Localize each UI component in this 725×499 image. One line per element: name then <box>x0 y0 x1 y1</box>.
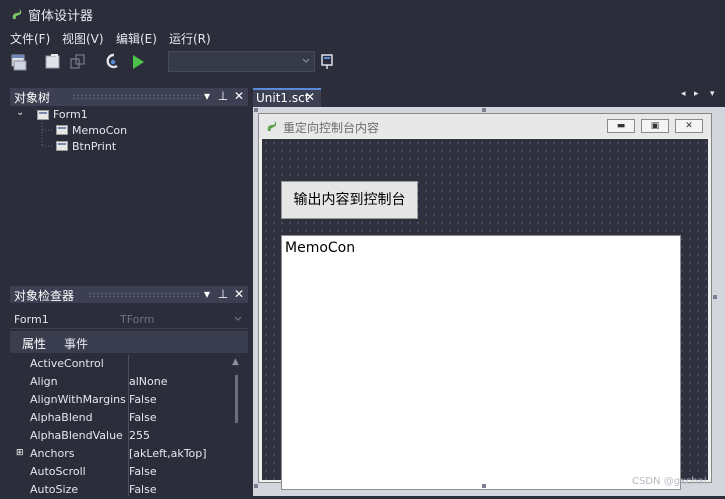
tab-unit1[interactable]: Unit1.sct ✕ <box>253 88 321 107</box>
close-icon[interactable]: ✕ <box>232 89 246 103</box>
object-selector[interactable]: Form1 TForm <box>10 310 248 329</box>
btnprint-button[interactable]: 输出内容到控制台 <box>281 181 418 219</box>
form-client-area: 输出内容到控制台 MemoCon <box>262 139 708 490</box>
scroll-thumb[interactable] <box>235 375 238 423</box>
selection-handle[interactable] <box>482 484 486 488</box>
form-caption-bar: 重定向控制台内容 ▬ ▣ ✕ <box>259 114 711 138</box>
run-icon[interactable] <box>128 52 148 72</box>
chevron-down-icon <box>234 316 242 321</box>
property-row[interactable]: ActiveControl <box>10 355 230 373</box>
tab-events[interactable]: 事件 <box>64 335 88 352</box>
minimize-button[interactable]: ▬ <box>607 119 635 133</box>
panel-grip[interactable] <box>88 292 200 298</box>
tab-scroll-left-icon[interactable]: ◂ <box>681 89 686 99</box>
new-form-icon[interactable] <box>9 52 29 72</box>
dropdown-arrow-icon[interactable]: ▾ <box>200 89 214 103</box>
property-value[interactable]: [akLeft,akTop] <box>129 447 207 460</box>
property-value[interactable]: 255 <box>129 429 150 442</box>
property-name: AutoScroll <box>30 465 86 478</box>
close-icon[interactable]: ✕ <box>232 287 246 301</box>
property-name: ActiveControl <box>30 357 104 370</box>
menu-file[interactable]: 文件(F) <box>10 30 50 47</box>
app-logo-icon <box>12 9 22 19</box>
doc-tab-label: Unit1.sct <box>256 91 310 105</box>
scroll-up-icon[interactable]: ▲ <box>232 357 239 367</box>
memo-node-icon <box>56 125 68 135</box>
inspector-tabs: 属性 事件 <box>10 331 248 353</box>
selection-handle[interactable] <box>254 108 258 112</box>
selected-object-type: TForm <box>120 313 155 326</box>
pin-icon[interactable]: ⊥ <box>216 89 230 103</box>
form-logo-icon <box>267 121 277 131</box>
form-caption: 重定向控制台内容 <box>283 121 380 135</box>
title-bar: 窗体设计器 <box>0 0 725 28</box>
button-node-icon <box>56 141 68 151</box>
app-title: 窗体设计器 <box>28 9 94 24</box>
property-value[interactable]: False <box>129 393 157 406</box>
property-row[interactable]: AlignWithMargins False <box>10 391 230 409</box>
tree-node-btnprint[interactable]: BtnPrint <box>72 140 116 153</box>
chevron-down-icon <box>302 58 310 63</box>
property-row[interactable]: Align alNone <box>10 373 230 391</box>
open-form-icon[interactable] <box>43 52 63 72</box>
menu-run[interactable]: 运行(R) <box>169 30 211 47</box>
selected-object-name: Form1 <box>14 313 49 326</box>
selection-handle[interactable] <box>254 484 258 488</box>
object-tree-header: 对象树 ▾ ⊥ ✕ <box>10 88 248 106</box>
menu-edit[interactable]: 编辑(E) <box>116 30 157 47</box>
tab-properties[interactable]: 属性 <box>22 335 46 352</box>
object-tree: ⌄ Form1 MemoCon BtnPrint <box>10 106 248 282</box>
selection-handle[interactable] <box>713 295 717 299</box>
property-value[interactable]: False <box>129 465 157 478</box>
property-name: AlphaBlendValue <box>30 429 123 442</box>
debug-icon[interactable] <box>103 52 123 72</box>
tree-node-memocon[interactable]: MemoCon <box>72 124 127 137</box>
property-name: Anchors <box>30 447 75 460</box>
property-row[interactable]: AutoScroll False <box>10 463 230 481</box>
inspector-title: 对象检查器 <box>14 289 75 303</box>
component-combobox[interactable] <box>168 51 315 72</box>
tab-scroll-right-icon[interactable]: ▸ <box>694 89 699 99</box>
memocon-memo[interactable]: MemoCon <box>281 235 681 490</box>
property-row[interactable]: AlphaBlendValue 255 <box>10 427 230 445</box>
menu-bar: 文件(F) 视图(V) 编辑(E) 运行(R) <box>0 30 725 50</box>
selection-handle[interactable] <box>482 108 486 112</box>
toolbar <box>0 50 725 74</box>
dropdown-arrow-icon[interactable]: ▾ <box>200 287 214 301</box>
pin-icon[interactable]: ⊥ <box>216 287 230 301</box>
pin-tool-icon[interactable] <box>318 52 338 72</box>
menu-view[interactable]: 视图(V) <box>62 30 104 47</box>
close-icon[interactable]: ✕ <box>305 90 315 104</box>
memo-text: MemoCon <box>285 240 356 256</box>
property-value[interactable]: False <box>129 483 157 496</box>
property-name: AutoSize <box>30 483 79 496</box>
form-node-icon <box>37 110 49 120</box>
property-name: Align <box>30 375 58 388</box>
designed-form[interactable]: 重定向控制台内容 ▬ ▣ ✕ 输出内容到控制台 MemoCon <box>258 113 712 490</box>
object-inspector: Form1 TForm 属性 事件 ActiveControl Align alNo… <box>10 303 248 496</box>
property-name: AlignWithMargins <box>30 393 126 406</box>
copy-icon[interactable] <box>68 52 88 72</box>
property-row[interactable]: AlphaBlend False <box>10 409 230 427</box>
property-row[interactable]: ⊞ Anchors [akLeft,akTop] <box>10 445 230 463</box>
form-close-button[interactable]: ✕ <box>675 119 703 133</box>
property-value[interactable]: alNone <box>129 375 168 388</box>
tab-list-icon[interactable]: ▾ <box>710 89 715 99</box>
property-value[interactable]: False <box>129 411 157 424</box>
maximize-button[interactable]: ▣ <box>641 119 669 133</box>
property-row[interactable]: AutoSize False <box>10 481 230 499</box>
inspector-scrollbar[interactable]: ▲ <box>230 355 244 496</box>
watermark: CSDN @gxchai <box>632 476 707 487</box>
inspector-header: 对象检查器 ▾ ⊥ ✕ <box>10 286 248 304</box>
collapse-icon[interactable]: ⌄ <box>16 107 24 118</box>
object-tree-title: 对象树 <box>14 91 51 105</box>
panel-grip[interactable] <box>72 94 202 100</box>
property-name: AlphaBlend <box>30 411 93 424</box>
column-divider <box>128 355 129 496</box>
expand-icon[interactable]: ⊞ <box>16 448 24 458</box>
